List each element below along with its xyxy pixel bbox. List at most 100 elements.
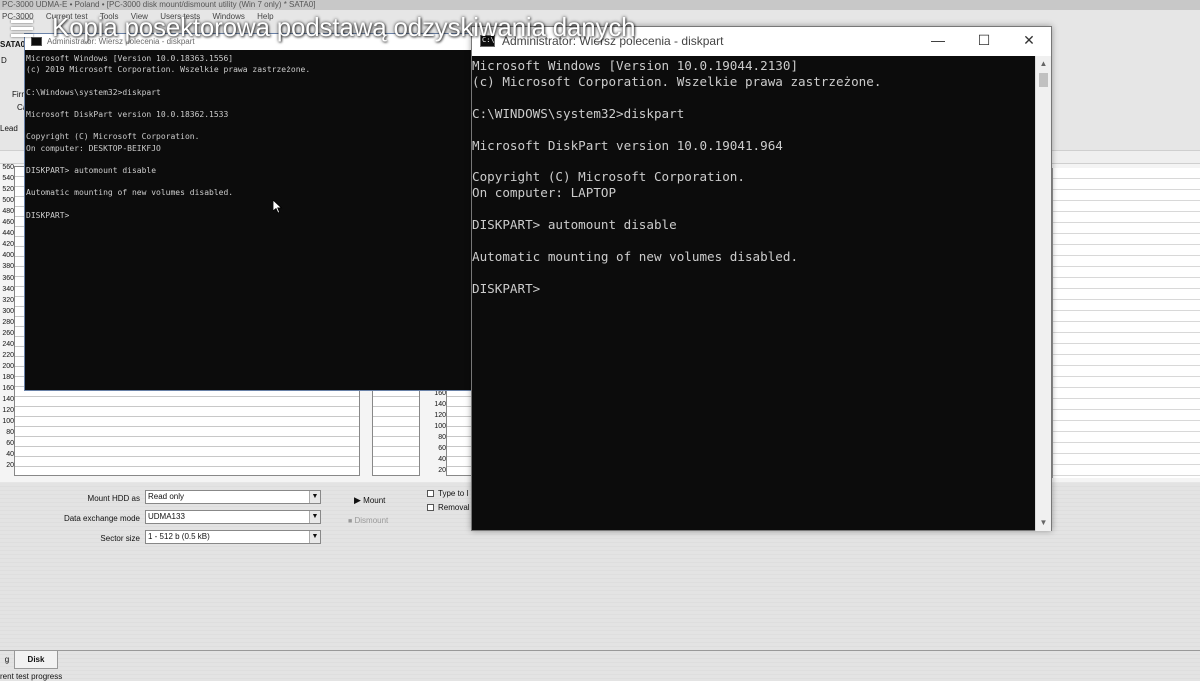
hamburger-menu-icon[interactable] (11, 20, 33, 38)
cmd-background-console-line (26, 176, 310, 187)
removable-checkbox[interactable]: Removal (427, 503, 470, 512)
cmd-background-console-line: Automatic mounting of new volumes disabl… (26, 188, 234, 198)
cmd-foreground-console-line (472, 233, 881, 249)
axis-tick-label: 160 (434, 390, 446, 397)
scroll-up-arrow-icon[interactable]: ▲ (1036, 56, 1051, 72)
cmd-background-console-line: DISKPART> (26, 210, 75, 220)
axis-tick-label: 380 (2, 263, 14, 271)
axis-tick-label: 480 (2, 208, 14, 216)
axis-tick-label: 60 (438, 445, 446, 453)
cmd-background-console-line: C:\Windows\system32>diskpart (26, 87, 161, 97)
cmd-background-console-line (26, 98, 310, 109)
axis-tick-label: 280 (2, 318, 14, 326)
cmd-window-background-console[interactable]: Microsoft Windows [Version 10.0.18363.15… (26, 53, 310, 221)
data-exchange-mode-label: Data exchange mode (63, 514, 140, 523)
mount-button-label: Mount (363, 496, 386, 505)
scroll-down-arrow-icon[interactable]: ▼ (1036, 515, 1051, 531)
cmd-background-console-line: On computer: DESKTOP-BEIKFJO (26, 143, 161, 153)
axis-tick-label: 40 (6, 451, 14, 459)
axis-tick-label: 40 (438, 456, 446, 464)
mount-button[interactable]: ▶ Mount (354, 495, 385, 506)
dismount-button[interactable]: ■ Dismount (348, 516, 388, 525)
axis-tick-label: 400 (2, 252, 14, 260)
status-bar-text: rent test progress (0, 672, 63, 681)
cmd-background-console-line: DISKPART> automount disable (26, 166, 157, 176)
cmd-foreground-console-line (472, 153, 881, 169)
mouse-pointer-icon (273, 200, 283, 214)
sector-size-label: Sector size (100, 534, 140, 543)
vertical-scrollbar[interactable]: ▲ ▼ (1035, 56, 1051, 531)
axis-tick-label: 540 (2, 175, 14, 183)
axis-tick-label: 260 (2, 329, 14, 337)
sector-size-value: 1 - 512 b (0.5 kB) (148, 532, 210, 541)
checkbox-box (427, 490, 434, 497)
checkbox-box (427, 504, 434, 511)
axis-tick-label: 500 (2, 197, 14, 205)
cmd-foreground-console-line (472, 265, 881, 281)
axis-tick-label: 100 (434, 423, 446, 431)
axis-tick-label: 360 (2, 274, 14, 282)
close-button[interactable]: ✕ (1006, 27, 1052, 56)
left-label-lead: Lead (0, 124, 18, 133)
background-app-title: PC-3000 UDMA-E • Poland • [PC-3000 disk … (0, 0, 1200, 10)
maximize-button[interactable]: ☐ (961, 27, 1007, 56)
graph-panel-far-right (1052, 168, 1200, 478)
mount-hdd-as-value: Read only (148, 492, 185, 501)
cmd-foreground-console-line: Copyright (C) Microsoft Corporation. (472, 169, 745, 185)
cmd-foreground-console-line (472, 201, 881, 217)
cmd-background-console-line: Microsoft Windows [Version 10.0.18363.15… (26, 54, 234, 63)
cmd-foreground-console-line (472, 90, 881, 106)
stop-icon: ■ (348, 518, 353, 525)
axis-tick-label: 140 (2, 396, 14, 404)
cmd-foreground-console-line: Automatic mounting of new volumes disabl… (472, 248, 799, 264)
cmd-foreground-console-line: DISKPART> (472, 280, 548, 296)
tab-log[interactable]: g (0, 651, 14, 669)
axis-tick-label: 140 (434, 401, 446, 409)
axis-tick-label: 440 (2, 230, 14, 238)
mount-hdd-as-label: Mount HDD as (87, 494, 140, 503)
axis-tick-label: 520 (2, 186, 14, 194)
cmd-foreground-console-line (472, 122, 881, 138)
graph-y-axis-left: 560 540 520 500 480 460 440 420 400 380 360 340 320 3… (0, 164, 14, 474)
sector-size-select[interactable]: 1 - 512 b (0.5 kB) ▼ (145, 530, 321, 544)
type-to-label: Type to l (438, 489, 469, 498)
chevron-down-icon: ▼ (309, 511, 320, 523)
cmd-window-foreground-console[interactable]: Microsoft Windows [Version 10.0.19044.21… (472, 58, 881, 297)
data-exchange-mode-select[interactable]: UDMA133 ▼ (145, 510, 321, 524)
cmd-foreground-console-line: (c) Microsoft Corporation. Wszelkie praw… (472, 73, 882, 89)
cmd-window-foreground[interactable]: C:\ Administrator: Wiersz polecenia - di… (471, 26, 1052, 531)
bottom-tab-bar: g Disk (0, 650, 1200, 670)
sata-port-label: SATA0 (0, 40, 26, 49)
axis-tick-label: 160 (2, 385, 14, 392)
play-icon: ▶ (354, 495, 361, 505)
minimize-button[interactable]: — (915, 27, 961, 56)
type-to-checkbox[interactable]: Type to l (427, 489, 468, 498)
axis-tick-label: 80 (6, 429, 14, 437)
cmd-window-background[interactable]: Administrator: Wiersz polecenia - diskpa… (24, 33, 472, 391)
axis-tick-label: 560 (2, 164, 14, 171)
cmd-background-console-line: Copyright (C) Microsoft Corporation. (26, 132, 200, 142)
tab-disk[interactable]: Disk (14, 651, 58, 669)
mount-hdd-as-select[interactable]: Read only ▼ (145, 490, 321, 504)
axis-tick-label: 120 (434, 412, 446, 420)
data-exchange-mode-value: UDMA133 (148, 512, 185, 521)
dismount-button-label: Dismount (354, 516, 389, 525)
axis-tick-label: 340 (2, 285, 14, 293)
axis-tick-label: 420 (2, 241, 14, 249)
chevron-down-icon: ▼ (309, 491, 320, 503)
axis-tick-label: 220 (2, 351, 14, 359)
axis-tick-label: 20 (438, 467, 446, 475)
cmd-foreground-console-line: Microsoft DiskPart version 10.0.19041.96… (472, 137, 783, 153)
axis-tick-label: 80 (438, 434, 446, 442)
axis-tick-label: 20 (6, 462, 14, 470)
axis-tick-label: 100 (2, 418, 14, 426)
cmd-background-console-line (26, 199, 310, 210)
axis-tick-label: 180 (2, 373, 14, 381)
left-label-d: D (1, 56, 7, 65)
axis-tick-label: 320 (2, 296, 14, 304)
removable-label: Removal (438, 503, 470, 512)
scrollbar-thumb[interactable] (1039, 73, 1048, 87)
cmd-background-console-line (26, 75, 310, 86)
chevron-down-icon: ▼ (309, 531, 320, 543)
axis-tick-label: 300 (2, 307, 14, 315)
